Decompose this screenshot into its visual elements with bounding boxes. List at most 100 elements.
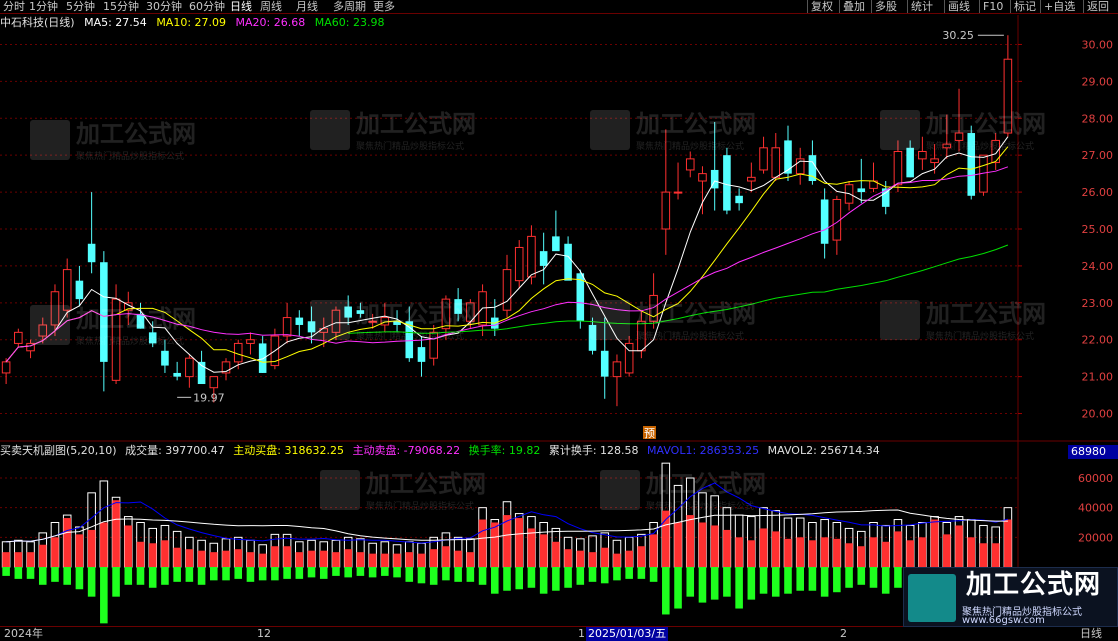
active-buy-bar[interactable] [637,546,646,567]
active-buy-bar[interactable] [478,519,487,567]
active-buy-bar[interactable] [918,537,927,567]
candle-body-down[interactable] [539,251,548,266]
active-buy-bar[interactable] [124,525,133,567]
candle-body-down[interactable] [906,147,914,178]
active-sell-bar[interactable] [405,567,414,582]
active-sell-bar[interactable] [686,567,695,597]
active-buy-bar[interactable] [197,550,206,567]
active-buy-bar[interactable] [552,541,560,567]
active-sell-bar[interactable] [246,567,255,582]
active-buy-bar[interactable] [14,552,23,567]
active-buy-bar[interactable] [210,552,218,567]
active-sell-bar[interactable] [466,567,475,582]
active-buy-bar[interactable] [845,543,853,567]
active-buy-bar[interactable] [759,528,768,567]
active-sell-bar[interactable] [14,567,23,579]
candle-body-up[interactable] [185,357,194,378]
candle-body-up[interactable] [771,147,781,178]
active-sell-bar[interactable] [381,567,389,576]
active-sell-bar[interactable] [478,567,487,585]
active-buy-bar[interactable] [588,552,597,567]
active-sell-bar[interactable] [295,567,304,579]
active-sell-bar[interactable] [148,567,157,588]
active-buy-bar[interactable] [808,540,817,567]
active-buy-bar[interactable] [295,552,304,567]
active-sell-bar[interactable] [845,567,853,588]
active-buy-bar[interactable] [2,552,10,567]
candle-body-up[interactable] [747,176,756,182]
active-sell-bar[interactable] [698,567,707,603]
active-buy-bar[interactable] [930,519,939,567]
candle-body-down[interactable] [600,350,609,377]
active-buy-bar[interactable] [368,553,377,567]
active-buy-bar[interactable] [148,543,157,567]
active-buy-bar[interactable] [26,552,35,567]
active-sell-bar[interactable] [197,567,206,585]
active-sell-bar[interactable] [307,567,316,578]
active-buy-bar[interactable] [490,522,499,568]
candle-body-down[interactable] [173,372,181,377]
active-buy-bar[interactable] [820,537,829,567]
active-sell-bar[interactable] [613,567,621,581]
active-sell-bar[interactable] [625,567,633,579]
candle-body-down[interactable] [723,155,731,211]
candle-body-down[interactable] [735,195,743,204]
active-sell-bar[interactable] [735,567,743,609]
active-buy-bar[interactable] [710,525,719,567]
active-sell-bar[interactable] [503,567,511,591]
active-sell-bar[interactable] [674,567,682,609]
active-sell-bar[interactable] [417,567,426,584]
active-sell-bar[interactable] [258,567,267,581]
active-buy-bar[interactable] [906,540,914,567]
candle-body-up[interactable] [612,361,622,378]
candle-body-up[interactable] [502,269,512,311]
active-buy-bar[interactable] [356,552,365,567]
active-sell-bar[interactable] [564,567,572,588]
active-sell-bar[interactable] [552,567,560,591]
active-sell-bar[interactable] [136,567,145,585]
candle-body-up[interactable] [918,150,927,160]
active-sell-bar[interactable] [881,567,890,594]
active-buy-bar[interactable] [1004,519,1012,567]
active-buy-bar[interactable] [442,546,450,567]
active-buy-bar[interactable] [613,553,621,567]
active-sell-bar[interactable] [26,567,35,579]
active-sell-bar[interactable] [368,567,377,578]
active-sell-bar[interactable] [771,567,780,597]
active-sell-bar[interactable] [820,567,829,597]
active-sell-bar[interactable] [173,567,181,582]
active-sell-bar[interactable] [2,567,10,576]
active-buy-bar[interactable] [429,549,438,567]
candle-body-up[interactable] [282,317,292,337]
active-buy-bar[interactable] [979,543,988,567]
active-sell-bar[interactable] [723,567,731,597]
active-sell-bar[interactable] [87,567,96,597]
active-buy-bar[interactable] [100,522,108,568]
active-buy-bar[interactable] [417,553,426,567]
candle-body-up[interactable] [673,191,683,194]
active-sell-bar[interactable] [796,567,804,591]
candle-body-up[interactable] [514,246,524,282]
active-buy-bar[interactable] [991,543,1000,567]
candle-body-down[interactable] [857,188,866,193]
candle-body-down[interactable] [564,243,572,281]
active-buy-bar[interactable] [51,537,59,567]
active-sell-bar[interactable] [649,567,658,582]
active-buy-bar[interactable] [75,534,84,567]
active-buy-bar[interactable] [735,537,743,567]
active-sell-bar[interactable] [393,567,401,578]
active-sell-bar[interactable] [515,567,524,590]
active-buy-bar[interactable] [674,522,682,568]
candle-body-down[interactable] [820,199,829,244]
active-sell-bar[interactable] [600,567,609,584]
candle-body-down[interactable] [552,236,560,252]
active-sell-bar[interactable] [356,567,365,576]
active-buy-bar[interactable] [222,550,230,567]
active-sell-bar[interactable] [100,567,108,624]
active-sell-bar[interactable] [344,567,352,578]
active-sell-bar[interactable] [112,567,120,597]
candle-body-up[interactable] [698,173,707,182]
candle-body-down[interactable] [808,155,817,182]
candle-body-up[interactable] [527,235,536,278]
active-buy-bar[interactable] [723,529,731,567]
